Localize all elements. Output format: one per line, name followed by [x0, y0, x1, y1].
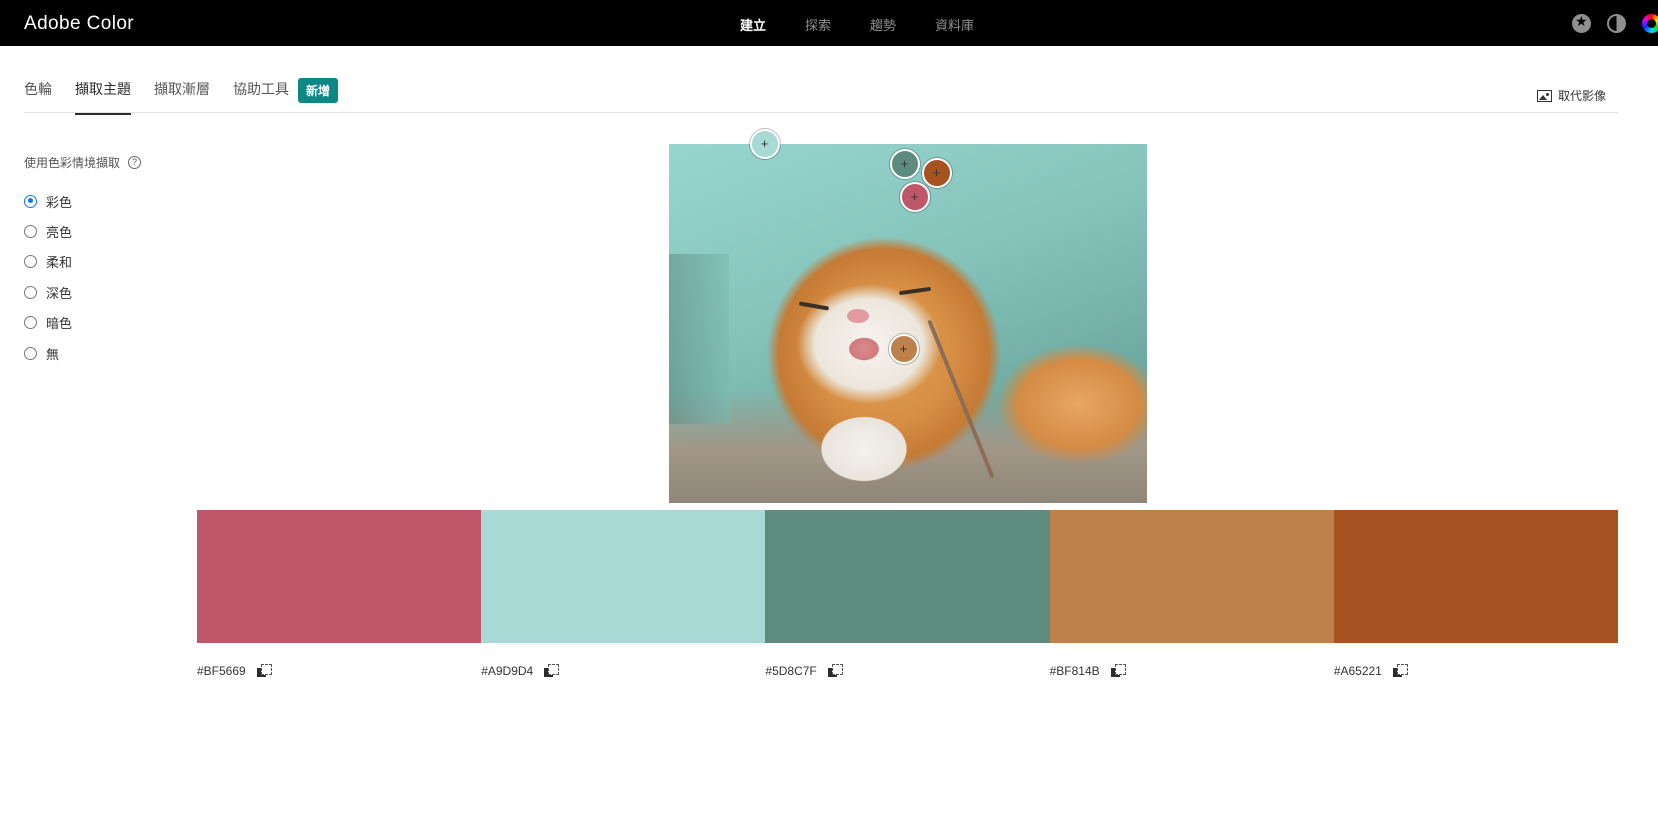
image-detail	[669, 254, 729, 424]
radio-icon[interactable]	[24, 285, 37, 299]
hex-code-item: #BF814B	[1050, 664, 1334, 678]
copy-icon[interactable]	[544, 664, 560, 678]
color-swatch[interactable]	[197, 510, 482, 643]
radio-icon[interactable]	[24, 346, 37, 360]
tab-accessibility-tools[interactable]: 協助工具	[233, 79, 289, 115]
hex-code-item: #5D8C7F	[765, 664, 1049, 678]
color-swatch[interactable]	[481, 510, 766, 643]
help-icon[interactable]: ?	[128, 156, 142, 169]
tab-color-wheel[interactable]: 色輪	[24, 79, 52, 115]
hex-value[interactable]: #5D8C7F	[765, 664, 816, 678]
color-mood-label: 使用色彩情境擷取	[24, 156, 121, 170]
top-nav: 建立 探索 趨勢 資料庫	[740, 15, 1013, 34]
mood-option-muted[interactable]: 柔和	[24, 247, 72, 277]
hex-value[interactable]: #A65221	[1334, 664, 1382, 678]
mood-option-label: 柔和	[46, 255, 73, 271]
color-mood-options: 彩色 亮色 柔和 深色 暗色 無	[24, 186, 72, 368]
radio-selected-icon[interactable]	[24, 194, 37, 208]
copy-icon[interactable]	[1110, 664, 1126, 678]
color-theme-swatches	[197, 510, 1619, 643]
radio-icon[interactable]	[24, 316, 37, 330]
mood-option-label: 彩色	[46, 194, 73, 210]
mood-option-label: 深色	[46, 285, 73, 301]
mood-option-label: 暗色	[46, 316, 73, 332]
replace-image-button[interactable]: 取代影像	[1536, 87, 1606, 104]
top-icons	[1572, 13, 1658, 33]
copy-icon[interactable]	[256, 664, 272, 678]
color-picker-handle[interactable]	[890, 149, 920, 179]
hex-code-item: #A9D9D4	[481, 664, 765, 678]
tab-extract-theme[interactable]: 擷取主題	[75, 79, 131, 115]
radio-icon[interactable]	[24, 225, 37, 239]
hex-code-item: #BF5669	[197, 664, 481, 678]
mood-option-colorful[interactable]: 彩色	[24, 186, 72, 216]
copy-icon[interactable]	[1392, 664, 1408, 678]
top-navigation-bar: Adobe Color 建立 探索 趨勢 資料庫	[0, 0, 1658, 46]
contrast-icon[interactable]	[1607, 14, 1626, 33]
color-swatch[interactable]	[1049, 510, 1334, 643]
image-detail	[898, 286, 932, 296]
mood-option-dark[interactable]: 暗色	[24, 308, 72, 338]
radio-icon[interactable]	[24, 255, 37, 269]
new-badge: 新增	[298, 77, 339, 103]
hex-value[interactable]: #BF814B	[1050, 664, 1100, 678]
image-detail	[927, 319, 995, 479]
nav-explore[interactable]: 探索	[805, 15, 831, 34]
nav-create[interactable]: 建立	[740, 15, 766, 34]
image-icon	[1536, 89, 1552, 102]
tab-extract-gradient[interactable]: 擷取漸層	[154, 79, 210, 115]
mood-option-label: 亮色	[46, 225, 73, 241]
color-mood-title: 使用色彩情境擷取 ?	[24, 154, 142, 171]
color-swatch[interactable]	[765, 510, 1050, 643]
color-wheel-icon[interactable]	[1642, 14, 1658, 33]
image-detail	[847, 309, 869, 323]
app-brand[interactable]: Adobe Color	[24, 13, 134, 35]
tab-divider	[24, 112, 1618, 113]
mood-option-label: 無	[46, 346, 60, 362]
mode-tabs: 色輪 擷取主題 擷取漸層 協助工具 新增	[24, 77, 339, 115]
nav-trends[interactable]: 趨勢	[870, 15, 896, 34]
color-swatch[interactable]	[1333, 510, 1619, 643]
mood-option-none[interactable]: 無	[24, 338, 72, 368]
mood-option-bright[interactable]: 亮色	[24, 216, 72, 246]
copy-icon[interactable]	[827, 664, 843, 678]
color-picker-handle[interactable]	[750, 129, 780, 159]
hex-value[interactable]: #A9D9D4	[481, 664, 533, 678]
color-hex-codes: #BF5669 #A9D9D4 #5D8C7F #BF814B #A65221	[197, 664, 1618, 678]
mood-option-deep[interactable]: 深色	[24, 277, 72, 307]
hex-code-item: #A65221	[1334, 664, 1618, 678]
replace-image-label: 取代影像	[1557, 89, 1606, 103]
hex-value[interactable]: #BF5669	[197, 664, 246, 678]
color-picker-handle[interactable]	[889, 334, 919, 364]
color-picker-handle[interactable]	[900, 182, 930, 212]
nav-library[interactable]: 資料庫	[935, 15, 974, 34]
star-icon[interactable]	[1572, 13, 1591, 33]
image-detail	[798, 301, 830, 311]
